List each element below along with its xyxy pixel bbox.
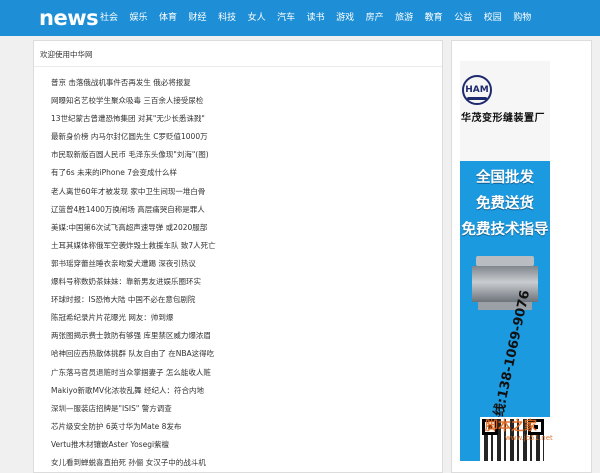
news-list-item: 老人离世60年才被发现 家中卫生间现一堆白骨 [51,183,436,201]
news-link[interactable]: 陈冠希纪录片片花曝光 网友：帅到爆 [51,313,173,322]
advertisement-banner[interactable]: HAM 华茂变形缝装置厂 全国批发 免费送货 免费技术指导 热线:138-106… [460,61,550,461]
nav-item[interactable]: 游戏 [336,0,354,36]
nav-item[interactable]: 读书 [307,0,325,36]
category-nav: 社会 娱乐 体育 财经 科技 女人 汽车 读书 游戏 房产 旅游 教育 公益 校园 购物 [100,0,543,36]
nav-item[interactable]: 房产 [366,0,384,36]
news-link[interactable]: 女儿看到蝉蜕喜直拍死 孙俪 女汉子中的战斗机 [51,458,206,467]
news-link[interactable]: 网曝知名艺校学生聚众吸毒 三百余人接受尿检 [51,96,203,105]
news-link[interactable]: Vertu推木材镶嵌Aster Yosegi紫檀 [51,440,169,449]
nav-item[interactable]: 娱乐 [130,0,148,36]
news-link[interactable]: 美媒:中国第6次试飞高超声速导弹 或2020服部 [51,223,207,232]
news-link[interactable]: 广东落马官员退赃时当众掌掴妻子 怎么能收人赃 [51,368,211,377]
news-list-item: 美媒:中国第6次试飞高超声速导弹 或2020服部 [51,219,436,237]
news-list-item: 女儿看到蝉蜕喜直拍死 孙俪 女汉子中的战斗机 [51,454,436,472]
ad-slogan: 全国批发 [476,170,534,186]
news-list-item: 普京 击落俄战机事件否再发生 俄必将报复 [51,74,436,92]
news-list-item: 有了6s 未来的iPhone 7会变成什么样 [51,164,436,182]
news-link[interactable]: 老人离世60年才被发现 家中卫生间现一堆白骨 [51,187,205,196]
news-list-item: 辽篮曾4胜1400万换闹场 高层痛哭自称是罪人 [51,201,436,219]
news-list-item: 郭书瑶穿蕾丝睡衣亲吻爱犬遭踢 深夜引热议 [51,255,436,273]
news-link[interactable]: 13世纪蒙古曾遭恐怖集团 对其"无少长悉诛戮" [51,114,205,123]
ad-slogan: 免费送货 [476,196,534,212]
top-navigation-bar: news news 社会娱乐体育财经科技女人汽车读书游戏房产旅游教育公益校园购物 [0,0,600,36]
site-logo[interactable]: news news [39,6,99,30]
watermark: 脚本之家 [485,419,538,434]
news-link[interactable]: 芯片级安全防护 6英寸华为Mate 8发布 [51,422,181,431]
nav-item[interactable]: 社会 [100,0,118,36]
nav-item[interactable]: 女人 [248,0,266,36]
nav-item[interactable]: 旅游 [395,0,413,36]
news-link[interactable]: 最新身价榜 内马尔封亿圆先生 C罗贬值1000万 [51,132,208,141]
news-list-item: Makiyo新歌MV化浓妆乱舞 经纪人：符合内地 [51,382,436,400]
news-link[interactable]: 爆料号称数奶茶妹妹：靠新男友进娱乐圈环实 [51,277,201,286]
news-list-item: 土耳其媒体称俄军空袭炸毁土救援车队 致7人死亡 [51,237,436,255]
news-list-item: 深圳—服装店招牌是"ISIS" 警方调查 [51,400,436,418]
nav-item[interactable]: 购物 [513,0,531,36]
news-link[interactable]: 辽篮曾4胜1400万换闹场 高层痛哭自称是罪人 [51,205,205,214]
nav-item[interactable]: 财经 [189,0,207,36]
news-link[interactable]: 普京 击落俄战机事件否再发生 俄必将报复 [51,78,191,87]
news-link[interactable]: Makiyo新歌MV化浓妆乱舞 经纪人：符合内地 [51,386,204,395]
ad-slogan: 免费技术指导 [461,222,549,238]
nav-item[interactable]: 科技 [218,0,236,36]
news-list-item: 环球时报：IS恐怖大陆 中国不必在意包剧院 [51,291,436,309]
nav-item[interactable]: 公益 [454,0,472,36]
news-list-item: 爆料号称数奶茶妹妹：靠新男友进娱乐圈环实 [51,273,436,291]
watermark-url: www.jb51.net [505,434,553,442]
nav-item[interactable]: 体育 [159,0,177,36]
news-list-item: 两张图揭示费士敦防有够强 库里禁区威力爆浓眉 [51,327,436,345]
news-link[interactable]: 郭书瑶穿蕾丝睡衣亲吻爱犬遭踢 深夜引热议 [51,259,196,268]
news-list: 普京 击落俄战机事件否再发生 俄必将报复网曝知名艺校学生聚众吸毒 三百余人接受尿… [51,74,436,472]
ham-logo-icon: HAM [462,75,492,105]
news-list-item: 芯片级安全防护 6英寸华为Mate 8发布 [51,418,436,436]
nav-item[interactable]: 汽车 [277,0,295,36]
news-list-item: 哈神回应西热散体挑群 队友自由了 在NBA这得吃 [51,345,436,363]
news-link[interactable]: 土耳其媒体称俄军空袭炸毁土救援车队 致7人死亡 [51,241,216,250]
divider [34,66,442,67]
news-list-item: 网曝知名艺校学生聚众吸毒 三百余人接受尿检 [51,92,436,110]
ad-slogans: 全国批发 免费送货 免费技术指导 [460,165,550,243]
news-list-item: 市民取新版百圆人民币 毛泽东头像现"刘海"(图) [51,146,436,164]
news-link[interactable]: 哈神回应西热散体挑群 队友自由了 在NBA这得吃 [51,349,214,358]
news-link[interactable]: 环球时报：IS恐怖大陆 中国不必在意包剧院 [51,295,195,304]
news-link[interactable]: 有了6s 未来的iPhone 7会变成什么样 [51,168,177,177]
news-list-item: 广东落马官员退赃时当众掌掴妻子 怎么能收人赃 [51,364,436,382]
nav-item[interactable]: 校园 [484,0,502,36]
sidebar-ad-panel: HAM 华茂变形缝装置厂 全国批发 免费送货 免费技术指导 热线:138-106… [451,40,592,473]
news-link[interactable]: 市民取新版百圆人民币 毛泽东头像现"刘海"(图) [51,150,209,159]
news-list-item: 13世纪蒙古曾遭恐怖集团 对其"无少长悉诛戮" [51,110,436,128]
news-list-item: 陈冠希纪录片片花曝光 网友：帅到爆 [51,309,436,327]
news-link[interactable]: 深圳—服装店招牌是"ISIS" 警方调查 [51,404,172,413]
news-list-item: Vertu推木材镶嵌Aster Yosegi紫檀 [51,436,436,454]
news-list-item: 最新身价榜 内马尔封亿圆先生 C罗贬值1000万 [51,128,436,146]
news-panel: 欢迎使用中华网 普京 击落俄战机事件否再发生 俄必将报复网曝知名艺校学生聚众吸毒… [33,40,443,473]
welcome-heading: 欢迎使用中华网 [40,50,93,59]
ad-header: HAM 华茂变形缝装置厂 [460,61,550,161]
news-link[interactable]: 两张图揭示费士敦防有够强 库里禁区威力爆浓眉 [51,331,211,340]
nav-item[interactable]: 教育 [425,0,443,36]
ad-company-name: 华茂变形缝装置厂 [461,113,545,124]
